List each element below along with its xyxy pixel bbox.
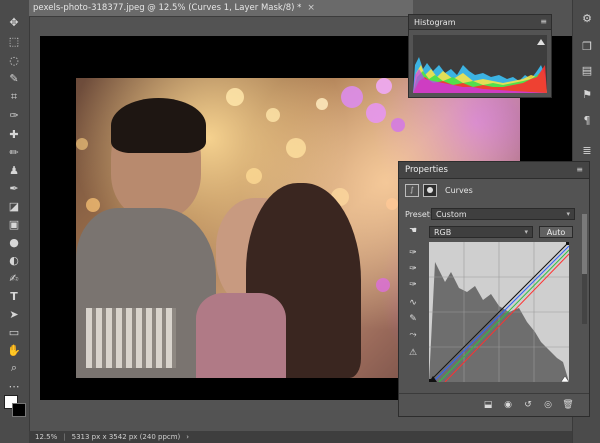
- properties-scrollbar[interactable]: [582, 214, 587, 324]
- hand-icon[interactable]: ✋: [4, 342, 24, 358]
- document-tab[interactable]: pexels-photo-318377.jpeg @ 12.5% (Curves…: [29, 0, 413, 17]
- menu-icon[interactable]: ≡: [576, 165, 583, 174]
- properties-panel: Properties ≡ ∫ Curves Preset: Custom ▾ ☚…: [398, 161, 590, 417]
- rectangle-icon[interactable]: ▭: [4, 324, 24, 340]
- visibility-eye-icon[interactable]: ◎: [541, 398, 555, 412]
- layer-mask-icon[interactable]: [423, 184, 437, 197]
- properties-icon[interactable]: ≣: [579, 142, 595, 158]
- history-panel-icon[interactable]: ⚙: [579, 10, 595, 26]
- history-brush-icon[interactable]: ✒: [4, 180, 24, 196]
- properties-title: Properties: [405, 165, 448, 175]
- preset-dropdown[interactable]: Custom ▾: [431, 208, 575, 220]
- gray-point-eyedropper-icon[interactable]: ✑: [405, 262, 421, 276]
- preset-label: Preset:: [405, 210, 433, 219]
- edit-points-icon[interactable]: ∿: [405, 296, 421, 310]
- clone-stamp-icon[interactable]: ♟: [4, 162, 24, 178]
- adjustments-icon[interactable]: ▤: [579, 62, 595, 78]
- histogram-title: Histogram: [414, 17, 456, 27]
- histogram-graph: [413, 35, 547, 93]
- background-color-swatch[interactable]: [12, 403, 26, 417]
- paths-icon[interactable]: ¶: [579, 112, 595, 128]
- status-bar: 12.5% | 5313 px x 3542 px (240 ppcm) ›: [29, 431, 572, 443]
- view-previous-icon[interactable]: ◉: [501, 398, 515, 412]
- black-point-eyedropper-icon[interactable]: ✑: [405, 246, 421, 260]
- type-icon[interactable]: T: [4, 288, 24, 304]
- pen-icon[interactable]: ✍: [4, 270, 24, 286]
- spot-heal-icon[interactable]: ✚: [4, 126, 24, 142]
- more-tools-icon[interactable]: ⋯: [4, 378, 24, 394]
- libraries-icon[interactable]: ⚑: [579, 86, 595, 102]
- preset-value: Custom: [436, 209, 467, 219]
- white-point-eyedropper-icon[interactable]: ✑: [405, 278, 421, 292]
- document-tab-title: pexels-photo-318377.jpeg @ 12.5% (Curves…: [33, 3, 302, 13]
- auto-button[interactable]: Auto: [539, 226, 573, 238]
- blur-icon[interactable]: ●: [4, 234, 24, 250]
- chevron-down-icon: ▾: [524, 228, 528, 236]
- clipping-warning-icon[interactable]: ⚠: [405, 346, 421, 360]
- layers-panel-icon[interactable]: ❐: [579, 38, 595, 54]
- crop-icon[interactable]: ⌗: [4, 89, 24, 105]
- close-icon[interactable]: ×: [307, 3, 315, 13]
- eyedropper-icon[interactable]: ✑: [4, 107, 24, 123]
- zoom-level[interactable]: 12.5%: [35, 433, 57, 441]
- chevron-down-icon: ▾: [566, 210, 570, 218]
- curves-graph[interactable]: [429, 242, 569, 382]
- status-separator: |: [63, 433, 66, 441]
- curves-adjustment-icon: ∫: [405, 184, 419, 197]
- marquee-icon[interactable]: ⬚: [4, 33, 24, 49]
- path-select-icon[interactable]: ➤: [4, 306, 24, 322]
- properties-footer: ⬓ ◉ ↺ ◎ 🗑: [399, 393, 589, 416]
- move-icon[interactable]: ✥: [4, 14, 24, 30]
- brush-icon[interactable]: ✏: [4, 144, 24, 160]
- targeted-adjustment-icon[interactable]: ☚: [405, 224, 421, 238]
- channel-value: RGB: [434, 227, 452, 237]
- histogram-panel: Histogram ≡: [408, 14, 552, 98]
- draw-curve-icon[interactable]: ✎: [405, 312, 421, 326]
- lasso-icon[interactable]: ◌: [4, 52, 24, 68]
- smooth-curve-icon[interactable]: ⤳: [405, 328, 421, 342]
- eraser-icon[interactable]: ◪: [4, 198, 24, 214]
- trash-icon[interactable]: 🗑: [561, 398, 575, 412]
- adjustment-name: Curves: [445, 186, 473, 195]
- quick-select-icon[interactable]: ✎: [4, 70, 24, 86]
- document-size: 5313 px x 3542 px (240 ppcm): [71, 433, 181, 441]
- channel-dropdown[interactable]: RGB ▾: [429, 226, 533, 238]
- zoom-icon[interactable]: ⌕: [4, 360, 24, 376]
- status-arrow-icon[interactable]: ›: [186, 433, 189, 441]
- menu-icon[interactable]: ≡: [540, 17, 547, 26]
- gradient-icon[interactable]: ▣: [4, 216, 24, 232]
- reset-icon[interactable]: ↺: [521, 398, 535, 412]
- clip-to-layer-icon[interactable]: ⬓: [481, 398, 495, 412]
- dodge-icon[interactable]: ◐: [4, 252, 24, 268]
- tools-panel: ✥ ⬚ ◌ ✎ ⌗ ✑ ✚ ✏ ♟ ✒ ◪ ▣ ● ◐ ✍ T ➤ ▭ ✋ ⌕ …: [0, 0, 30, 443]
